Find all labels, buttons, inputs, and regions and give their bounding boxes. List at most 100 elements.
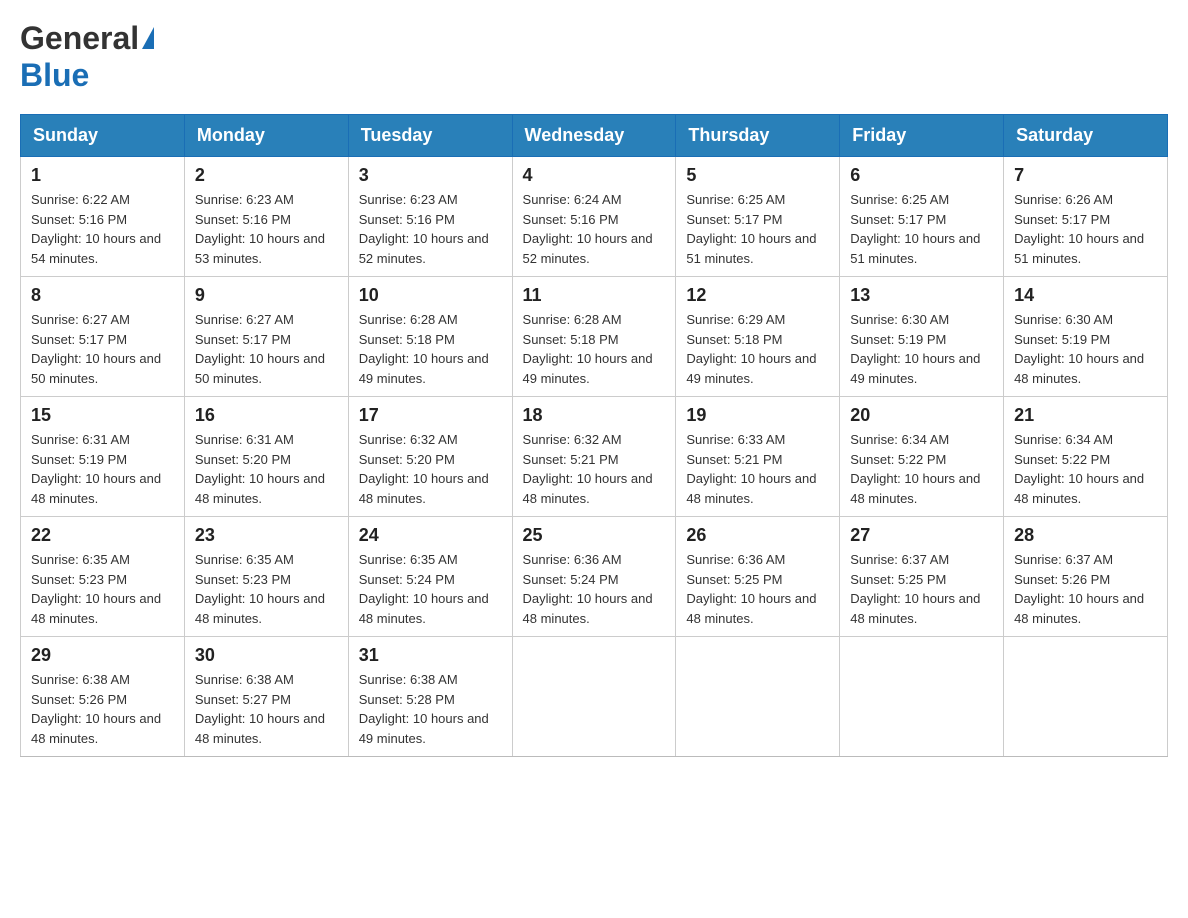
day-info: Sunrise: 6:22 AMSunset: 5:16 PMDaylight:…: [31, 190, 174, 268]
calendar-week-row: 15 Sunrise: 6:31 AMSunset: 5:19 PMDayligh…: [21, 397, 1168, 517]
day-info: Sunrise: 6:25 AMSunset: 5:17 PMDaylight:…: [686, 190, 829, 268]
day-number: 8: [31, 285, 174, 306]
day-info: Sunrise: 6:31 AMSunset: 5:19 PMDaylight:…: [31, 430, 174, 508]
col-header-saturday: Saturday: [1004, 115, 1168, 157]
day-number: 13: [850, 285, 993, 306]
calendar-cell: 16 Sunrise: 6:31 AMSunset: 5:20 PMDayligh…: [184, 397, 348, 517]
col-header-thursday: Thursday: [676, 115, 840, 157]
logo-general-text: General: [20, 20, 139, 57]
day-number: 12: [686, 285, 829, 306]
day-number: 27: [850, 525, 993, 546]
day-info: Sunrise: 6:35 AMSunset: 5:23 PMDaylight:…: [195, 550, 338, 628]
col-header-sunday: Sunday: [21, 115, 185, 157]
calendar-cell: [676, 637, 840, 757]
day-number: 21: [1014, 405, 1157, 426]
calendar-cell: 19 Sunrise: 6:33 AMSunset: 5:21 PMDayligh…: [676, 397, 840, 517]
day-number: 6: [850, 165, 993, 186]
day-number: 18: [523, 405, 666, 426]
calendar-week-row: 8 Sunrise: 6:27 AMSunset: 5:17 PMDaylight…: [21, 277, 1168, 397]
calendar-cell: 7 Sunrise: 6:26 AMSunset: 5:17 PMDaylight…: [1004, 157, 1168, 277]
day-info: Sunrise: 6:30 AMSunset: 5:19 PMDaylight:…: [850, 310, 993, 388]
day-number: 14: [1014, 285, 1157, 306]
day-number: 24: [359, 525, 502, 546]
calendar-cell: 31Sunrise: 6:38 AMSunset: 5:28 PMDayligh…: [348, 637, 512, 757]
day-info: Sunrise: 6:28 AMSunset: 5:18 PMDaylight:…: [523, 310, 666, 388]
calendar-table: SundayMondayTuesdayWednesdayThursdayFrid…: [20, 114, 1168, 757]
logo-blue-text: Blue: [20, 57, 89, 93]
calendar-cell: 5 Sunrise: 6:25 AMSunset: 5:17 PMDaylight…: [676, 157, 840, 277]
day-number: 17: [359, 405, 502, 426]
calendar-cell: 8 Sunrise: 6:27 AMSunset: 5:17 PMDaylight…: [21, 277, 185, 397]
day-number: 23: [195, 525, 338, 546]
col-header-friday: Friday: [840, 115, 1004, 157]
calendar-week-row: 22Sunrise: 6:35 AMSunset: 5:23 PMDayligh…: [21, 517, 1168, 637]
day-info: Sunrise: 6:23 AMSunset: 5:16 PMDaylight:…: [359, 190, 502, 268]
day-info: Sunrise: 6:31 AMSunset: 5:20 PMDaylight:…: [195, 430, 338, 508]
calendar-cell: [512, 637, 676, 757]
day-number: 2: [195, 165, 338, 186]
day-info: Sunrise: 6:37 AMSunset: 5:26 PMDaylight:…: [1014, 550, 1157, 628]
day-number: 4: [523, 165, 666, 186]
calendar-cell: 17 Sunrise: 6:32 AMSunset: 5:20 PMDayligh…: [348, 397, 512, 517]
calendar-header-row: SundayMondayTuesdayWednesdayThursdayFrid…: [21, 115, 1168, 157]
day-info: Sunrise: 6:36 AMSunset: 5:24 PMDaylight:…: [523, 550, 666, 628]
calendar-cell: 25 Sunrise: 6:36 AMSunset: 5:24 PMDayligh…: [512, 517, 676, 637]
calendar-cell: 14 Sunrise: 6:30 AMSunset: 5:19 PMDayligh…: [1004, 277, 1168, 397]
day-info: Sunrise: 6:30 AMSunset: 5:19 PMDaylight:…: [1014, 310, 1157, 388]
calendar-cell: [840, 637, 1004, 757]
calendar-cell: 22Sunrise: 6:35 AMSunset: 5:23 PMDayligh…: [21, 517, 185, 637]
calendar-cell: 29 Sunrise: 6:38 AMSunset: 5:26 PMDayligh…: [21, 637, 185, 757]
col-header-tuesday: Tuesday: [348, 115, 512, 157]
calendar-week-row: 29 Sunrise: 6:38 AMSunset: 5:26 PMDayligh…: [21, 637, 1168, 757]
day-number: 19: [686, 405, 829, 426]
day-info: Sunrise: 6:26 AMSunset: 5:17 PMDaylight:…: [1014, 190, 1157, 268]
day-number: 11: [523, 285, 666, 306]
day-info: Sunrise: 6:27 AMSunset: 5:17 PMDaylight:…: [31, 310, 174, 388]
day-number: 1: [31, 165, 174, 186]
calendar-cell: 18 Sunrise: 6:32 AMSunset: 5:21 PMDayligh…: [512, 397, 676, 517]
day-info: Sunrise: 6:28 AMSunset: 5:18 PMDaylight:…: [359, 310, 502, 388]
day-info: Sunrise: 6:32 AMSunset: 5:20 PMDaylight:…: [359, 430, 502, 508]
calendar-cell: 12Sunrise: 6:29 AMSunset: 5:18 PMDayligh…: [676, 277, 840, 397]
day-number: 20: [850, 405, 993, 426]
col-header-monday: Monday: [184, 115, 348, 157]
calendar-cell: 11 Sunrise: 6:28 AMSunset: 5:18 PMDayligh…: [512, 277, 676, 397]
day-info: Sunrise: 6:35 AMSunset: 5:23 PMDaylight:…: [31, 550, 174, 628]
day-info: Sunrise: 6:33 AMSunset: 5:21 PMDaylight:…: [686, 430, 829, 508]
day-info: Sunrise: 6:27 AMSunset: 5:17 PMDaylight:…: [195, 310, 338, 388]
day-info: Sunrise: 6:38 AMSunset: 5:26 PMDaylight:…: [31, 670, 174, 748]
calendar-week-row: 1 Sunrise: 6:22 AMSunset: 5:16 PMDaylight…: [21, 157, 1168, 277]
calendar-cell: 28 Sunrise: 6:37 AMSunset: 5:26 PMDayligh…: [1004, 517, 1168, 637]
day-number: 25: [523, 525, 666, 546]
day-number: 28: [1014, 525, 1157, 546]
calendar-cell: 2Sunrise: 6:23 AMSunset: 5:16 PMDaylight…: [184, 157, 348, 277]
day-info: Sunrise: 6:32 AMSunset: 5:21 PMDaylight:…: [523, 430, 666, 508]
day-info: Sunrise: 6:35 AMSunset: 5:24 PMDaylight:…: [359, 550, 502, 628]
calendar-cell: 15 Sunrise: 6:31 AMSunset: 5:19 PMDayligh…: [21, 397, 185, 517]
logo: General Blue: [20, 20, 154, 94]
day-number: 15: [31, 405, 174, 426]
calendar-cell: 30Sunrise: 6:38 AMSunset: 5:27 PMDayligh…: [184, 637, 348, 757]
calendar-cell: 3 Sunrise: 6:23 AMSunset: 5:16 PMDaylight…: [348, 157, 512, 277]
day-info: Sunrise: 6:25 AMSunset: 5:17 PMDaylight:…: [850, 190, 993, 268]
day-number: 29: [31, 645, 174, 666]
col-header-wednesday: Wednesday: [512, 115, 676, 157]
day-number: 9: [195, 285, 338, 306]
day-number: 7: [1014, 165, 1157, 186]
logo-triangle-icon: [142, 27, 154, 49]
day-info: Sunrise: 6:34 AMSunset: 5:22 PMDaylight:…: [850, 430, 993, 508]
day-info: Sunrise: 6:38 AMSunset: 5:27 PMDaylight:…: [195, 670, 338, 748]
calendar-cell: 21 Sunrise: 6:34 AMSunset: 5:22 PMDayligh…: [1004, 397, 1168, 517]
calendar-cell: 1 Sunrise: 6:22 AMSunset: 5:16 PMDaylight…: [21, 157, 185, 277]
calendar-cell: 6 Sunrise: 6:25 AMSunset: 5:17 PMDaylight…: [840, 157, 1004, 277]
calendar-cell: 13 Sunrise: 6:30 AMSunset: 5:19 PMDayligh…: [840, 277, 1004, 397]
day-info: Sunrise: 6:24 AMSunset: 5:16 PMDaylight:…: [523, 190, 666, 268]
day-number: 5: [686, 165, 829, 186]
day-number: 26: [686, 525, 829, 546]
day-number: 16: [195, 405, 338, 426]
day-info: Sunrise: 6:34 AMSunset: 5:22 PMDaylight:…: [1014, 430, 1157, 508]
day-info: Sunrise: 6:38 AMSunset: 5:28 PMDaylight:…: [359, 670, 502, 748]
day-number: 3: [359, 165, 502, 186]
calendar-cell: 9 Sunrise: 6:27 AMSunset: 5:17 PMDaylight…: [184, 277, 348, 397]
page-header: General Blue: [20, 20, 1168, 94]
